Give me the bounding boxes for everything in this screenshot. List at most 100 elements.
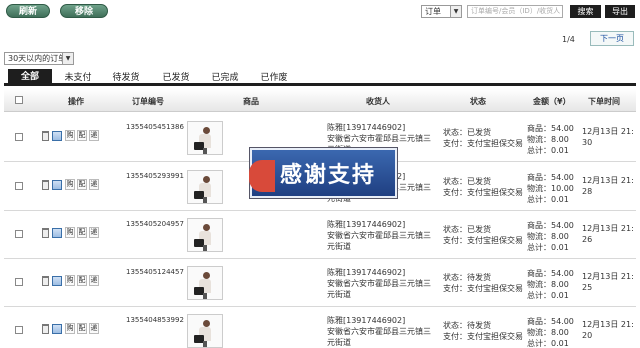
shipping-amount: 物流：8.00: [527, 280, 569, 289]
refresh-button[interactable]: 刷新: [6, 4, 50, 18]
thumb-leg: [203, 197, 207, 203]
payment-line: 支付：支付宝担保交易: [443, 284, 523, 293]
note-icon[interactable]: [52, 227, 62, 238]
goods-amount: 商品：54.00: [527, 269, 574, 278]
status-line: 状态：已发货: [443, 128, 491, 137]
order-amount: 商品：54.00 物流：10.00 总计：0.01: [527, 172, 574, 205]
note-icon[interactable]: [52, 130, 62, 141]
shipping-amount: 物流：8.00: [527, 232, 569, 241]
product-thumbnail[interactable]: [187, 218, 223, 252]
tab-voided[interactable]: 已作废: [252, 70, 296, 86]
total-amount: 总计：0.01: [527, 146, 569, 155]
search-type-select[interactable]: 订单 ▼: [421, 5, 462, 18]
product-thumbnail[interactable]: [187, 170, 223, 204]
table-row: 购配递 1355405124457 陈雅[13917446902] 安徽省六安市霍邱县…: [4, 258, 636, 307]
buy-button[interactable]: 购: [65, 130, 75, 141]
buyer-name: 陈雅[13917446902]: [327, 316, 406, 325]
trash-icon[interactable]: [42, 179, 49, 190]
row-checkbox[interactable]: [15, 278, 23, 286]
date-range-select[interactable]: 30天以内的订单 ▼: [4, 52, 74, 65]
select-all-checkbox[interactable]: [15, 96, 23, 104]
table-header: 操作 订单编号 商品 收货人 状态 金额（¥） 下单时间: [4, 89, 636, 112]
page-indicator: 1/4: [562, 35, 575, 44]
order-time: 12月13日 21:28: [582, 176, 634, 196]
row-checkbox[interactable]: [15, 230, 23, 238]
search-input[interactable]: 订单编号/会员（ID）/收货人: [467, 5, 563, 18]
status-line: 状态：已发货: [443, 225, 491, 234]
goods-amount: 商品：54.00: [527, 317, 574, 326]
ship-button[interactable]: 递: [89, 130, 99, 141]
table-row: 购配递 1355404853992 陈雅[13917446902] 安徽省六安市霍邱县…: [4, 306, 636, 348]
match-button[interactable]: 配: [77, 130, 87, 141]
order-amount: 商品：54.00 物流：8.00 总计：0.01: [527, 268, 574, 301]
export-button[interactable]: 导出: [605, 5, 635, 18]
product-thumbnail[interactable]: [187, 121, 223, 155]
row-checkbox[interactable]: [15, 326, 23, 334]
payment-line: 支付：支付宝担保交易: [443, 139, 523, 148]
match-button[interactable]: 配: [77, 275, 87, 286]
note-icon[interactable]: [52, 323, 62, 334]
row-checkbox[interactable]: [15, 182, 23, 190]
tab-pending-ship[interactable]: 待发货: [104, 70, 148, 86]
col-amount: 金额（¥）: [533, 97, 571, 106]
banner-text: 感谢支持: [280, 163, 377, 188]
thumb-head: [203, 272, 210, 279]
ship-button[interactable]: 递: [89, 227, 99, 238]
order-number[interactable]: 1355405124457: [126, 268, 184, 276]
table-row: 购配递 1355405204957 陈雅[13917446902] 安徽省六安市霍邱县…: [4, 210, 636, 259]
trash-icon[interactable]: [42, 275, 49, 286]
tab-completed[interactable]: 已完成: [203, 70, 247, 86]
total-amount: 总计：0.01: [527, 195, 569, 204]
date-range-value: 30天以内的订单: [8, 54, 67, 63]
payment-line: 支付：支付宝担保交易: [443, 332, 523, 341]
buy-button[interactable]: 购: [65, 275, 75, 286]
order-number[interactable]: 1355405293991: [126, 172, 184, 180]
thanks-banner: 感谢支持: [249, 148, 397, 198]
match-button[interactable]: 配: [77, 323, 87, 334]
match-button[interactable]: 配: [77, 179, 87, 190]
order-number[interactable]: 1355404853992: [126, 316, 184, 324]
tab-unpaid[interactable]: 未支付: [56, 70, 100, 86]
payment-line: 支付：支付宝担保交易: [443, 188, 523, 197]
trash-icon[interactable]: [42, 130, 49, 141]
status-line: 状态：已发货: [443, 177, 491, 186]
buy-button[interactable]: 购: [65, 227, 75, 238]
order-amount: 商品：54.00 物流：8.00 总计：0.01: [527, 220, 574, 253]
order-number[interactable]: 1355405204957: [126, 220, 184, 228]
product-thumbnail[interactable]: [187, 314, 223, 348]
thumb-leg: [203, 293, 207, 299]
ship-button[interactable]: 递: [89, 179, 99, 190]
order-number[interactable]: 1355405451386: [126, 123, 184, 131]
remove-button[interactable]: 移除: [60, 4, 108, 18]
search-button[interactable]: 搜索: [570, 5, 601, 18]
tab-shipped[interactable]: 已发货: [154, 70, 198, 86]
status-tabs: 全部 未支付 待发货 已发货 已完成 已作废: [4, 67, 636, 86]
trash-icon[interactable]: [42, 323, 49, 334]
total-amount: 总计：0.01: [527, 243, 569, 252]
row-actions: 购配递: [42, 275, 101, 287]
buy-button[interactable]: 购: [65, 323, 75, 334]
ship-button[interactable]: 递: [89, 275, 99, 286]
order-time: 12月13日 21:26: [582, 224, 634, 244]
chevron-down-icon: ▼: [62, 53, 73, 64]
buyer-name: 陈雅[13917446902]: [327, 268, 406, 277]
ship-button[interactable]: 递: [89, 323, 99, 334]
buyer-info: 陈雅[13917446902] 安徽省六安市霍邱县三元镇三元街道: [327, 315, 432, 348]
total-amount: 总计：0.01: [527, 339, 569, 348]
search-type-value: 订单: [425, 7, 441, 16]
match-button[interactable]: 配: [77, 227, 87, 238]
row-actions: 购配递: [42, 179, 101, 191]
order-amount: 商品：54.00 物流：8.00 总计：0.01: [527, 316, 574, 348]
trash-icon[interactable]: [42, 227, 49, 238]
row-checkbox[interactable]: [15, 133, 23, 141]
product-thumbnail[interactable]: [187, 266, 223, 300]
col-status: 状态: [470, 97, 486, 106]
row-actions: 购配递: [42, 130, 101, 142]
note-icon[interactable]: [52, 179, 62, 190]
note-icon[interactable]: [52, 275, 62, 286]
buy-button[interactable]: 购: [65, 179, 75, 190]
status-line: 状态：待发货: [443, 321, 491, 330]
shipping-amount: 物流：10.00: [527, 184, 574, 193]
tab-all[interactable]: 全部: [8, 69, 52, 86]
next-page-button[interactable]: 下一页: [590, 31, 634, 46]
